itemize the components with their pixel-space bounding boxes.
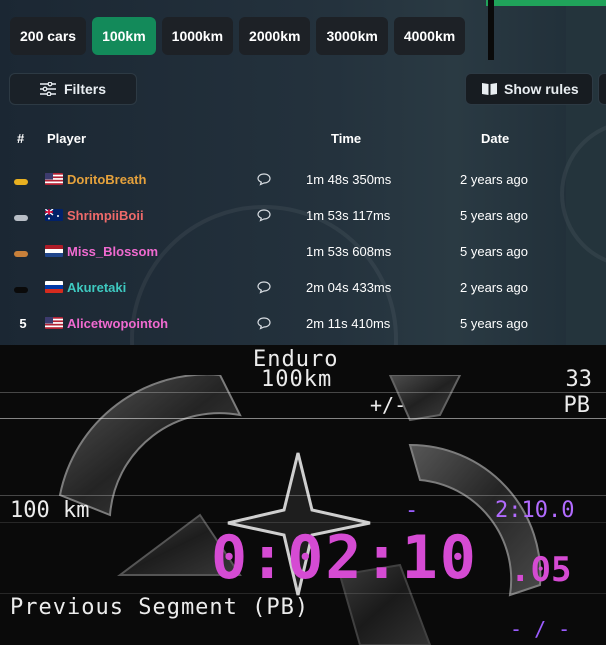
column-rank: # (17, 131, 25, 146)
show-rules-label: Show rules (504, 81, 579, 97)
table-row[interactable]: 5 Alicetwopointoh 2m 11s 410ms 5 years ago (0, 306, 606, 342)
player-name-link[interactable]: Akuretaki (67, 280, 126, 295)
comment-icon[interactable] (257, 280, 271, 294)
main-timer-fraction: .05 (510, 550, 572, 590)
run-time: 1m 53s 608ms (306, 244, 392, 259)
comment-icon[interactable] (257, 172, 271, 186)
run-time: 2m 11s 410ms (306, 316, 391, 331)
ru-flag-icon (45, 281, 63, 293)
run-time: 1m 53s 117ms (306, 208, 391, 223)
gold-medal-icon (14, 179, 28, 185)
divider (0, 392, 606, 393)
filters-button[interactable]: Filters (9, 73, 137, 105)
tab-3000km[interactable]: 3000km (316, 17, 388, 55)
segment-delta: - (405, 498, 419, 523)
background-accent-bar (486, 0, 606, 6)
tab-1000km[interactable]: 1000km (161, 17, 234, 55)
column-time: Time (331, 131, 362, 146)
comment-icon[interactable] (257, 316, 271, 330)
run-date: 2 years ago (460, 172, 528, 187)
attempt-count: 33 (565, 367, 593, 392)
table-row[interactable]: Akuretaki 2m 04s 433ms 2 years ago (0, 270, 606, 306)
tab-100km[interactable]: 100km (92, 17, 156, 55)
us-flag-icon (45, 173, 63, 185)
segment-pb-time: 2:10.0 (495, 498, 575, 523)
table-header: # Player Time Date (0, 128, 606, 150)
leaderboard-panel: 200 cars 100km 1000km 2000km 3000km 4000… (0, 0, 606, 345)
toolbar: Filters Show rules (0, 73, 606, 107)
tab-4000km[interactable]: 4000km (393, 17, 466, 55)
bronze-medal-icon (14, 251, 28, 257)
main-timer: 0:02:10 (211, 523, 478, 593)
player-name-link[interactable]: ShrimpiiBoii (67, 208, 144, 223)
leaderboard-rows: DoritoBreath 1m 48s 350ms 2 years ago Shrim… (0, 162, 606, 342)
run-date: 5 years ago (460, 208, 528, 223)
previous-segment-label: Previous Segment (PB) (10, 595, 310, 620)
tab-200-cars[interactable]: 200 cars (10, 17, 87, 55)
divider (0, 418, 606, 419)
screen: 200 cars 100km 1000km 2000km 3000km 4000… (0, 0, 606, 645)
column-player: Player (47, 131, 87, 146)
book-icon (482, 83, 497, 95)
divider (0, 495, 606, 496)
divider (0, 593, 606, 594)
silver-medal-icon (14, 215, 28, 221)
previous-segment-value: - / - (510, 617, 571, 641)
player-name-link[interactable]: DoritoBreath (67, 172, 146, 187)
show-rules-button[interactable]: Show rules (465, 73, 593, 105)
rank-number: 5 (19, 316, 27, 331)
run-time: 1m 48s 350ms (306, 172, 392, 187)
speedrun-timer-overlay: Enduro 100km 33 +/- PB 100 km - 2:10.0 0… (0, 345, 606, 645)
nl-flag-icon (45, 245, 63, 257)
run-time: 2m 04s 433ms (306, 280, 392, 295)
au-flag-icon (45, 209, 63, 221)
black-medal-icon (14, 287, 28, 293)
player-name-link[interactable]: Miss_Blossom (67, 244, 158, 259)
run-date: 5 years ago (460, 316, 528, 331)
category-title: 100km (261, 367, 333, 392)
filters-label: Filters (63, 81, 106, 97)
comment-icon[interactable] (257, 208, 271, 222)
sliders-icon (39, 82, 56, 96)
run-date: 2 years ago (460, 280, 528, 295)
delta-column-header: +/- (370, 393, 407, 417)
pb-column-header: PB (563, 393, 591, 418)
background-pole (488, 0, 494, 60)
column-date: Date (481, 131, 510, 146)
more-button[interactable] (598, 73, 606, 105)
player-name-link[interactable]: Alicetwopointoh (67, 316, 168, 331)
table-row[interactable]: Miss_Blossom 1m 53s 608ms 5 years ago (0, 234, 606, 270)
category-tabs: 200 cars 100km 1000km 2000km 3000km 4000… (10, 17, 466, 55)
table-row[interactable]: ShrimpiiBoii 1m 53s 117ms 5 years ago (0, 198, 606, 234)
table-row[interactable]: DoritoBreath 1m 48s 350ms 2 years ago (0, 162, 606, 198)
tab-2000km[interactable]: 2000km (239, 17, 311, 55)
run-date: 5 years ago (460, 244, 528, 259)
us-flag-icon (45, 317, 63, 329)
segment-name: 100 km (10, 498, 90, 523)
